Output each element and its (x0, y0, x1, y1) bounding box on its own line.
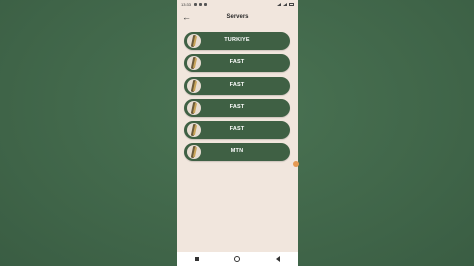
server-label: TURKIYE (224, 37, 250, 43)
app-header: ← Servers (177, 11, 298, 25)
server-item-fast[interactable]: FAST (184, 121, 290, 140)
battery-icon (289, 3, 294, 6)
server-label: FAST (229, 103, 245, 110)
server-item-fast[interactable]: FAST (184, 76, 290, 95)
status-time: 13:33 (181, 2, 192, 7)
server-list: TURKIYE FAST FAST FAST FAST MTN (184, 32, 291, 166)
home-icon[interactable] (234, 256, 241, 262)
status-bar: 13:33 (177, 0, 298, 9)
server-item-fast[interactable]: FAST (184, 54, 290, 73)
server-label: FAST (229, 81, 245, 88)
server-item-mtn[interactable]: MTN (184, 143, 290, 162)
system-icons (277, 3, 294, 6)
server-item-fast[interactable]: FAST (184, 98, 290, 117)
server-label: FAST (229, 126, 245, 133)
recents-icon[interactable] (194, 257, 199, 261)
system-nav-bar (177, 252, 298, 266)
server-label: MTN (230, 148, 244, 155)
back-icon[interactable] (276, 256, 281, 262)
phone-screen: 13:33 ← Servers TURKIYE FAST FAST FAST F… (177, 0, 298, 266)
watermark: InShot (247, 252, 270, 260)
signal-icon (277, 3, 281, 6)
notification-icon (194, 3, 198, 6)
server-label: FAST (229, 59, 245, 66)
notification-icon (199, 3, 203, 6)
signal-icon (283, 3, 287, 6)
notification-icon (204, 3, 208, 6)
notification-icons (194, 3, 208, 6)
server-item-turkiye[interactable]: TURKIYE (184, 32, 290, 50)
floating-bubble-icon[interactable] (293, 161, 299, 167)
page-title: Servers (226, 14, 249, 20)
